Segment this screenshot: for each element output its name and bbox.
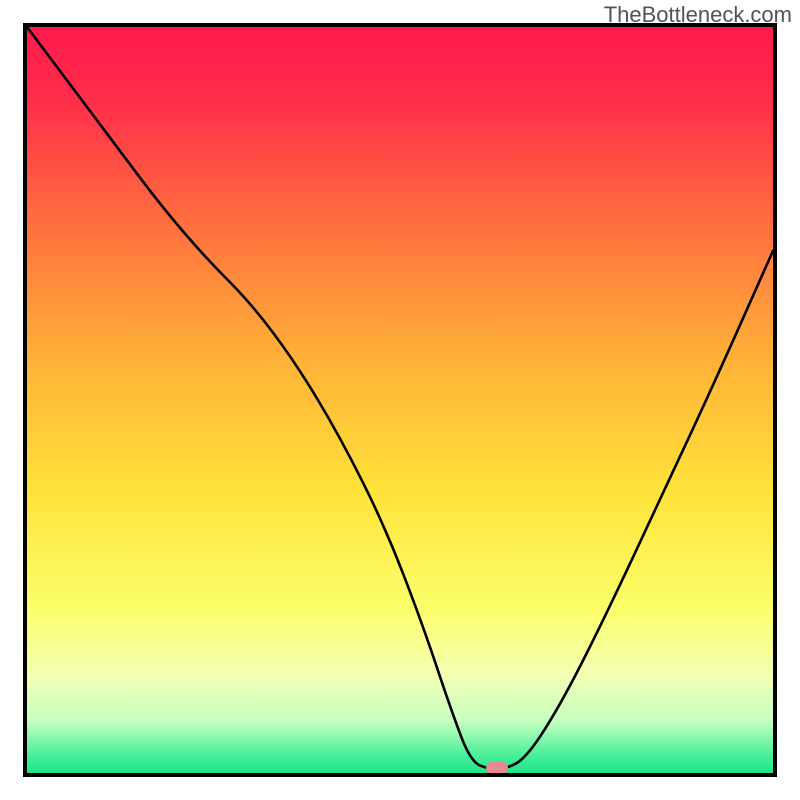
watermark-text: TheBottleneck.com (604, 2, 792, 28)
chart-container: TheBottleneck.com (0, 0, 800, 800)
plot-frame (23, 23, 777, 777)
bottleneck-curve (27, 27, 773, 773)
optimum-marker (486, 761, 508, 774)
